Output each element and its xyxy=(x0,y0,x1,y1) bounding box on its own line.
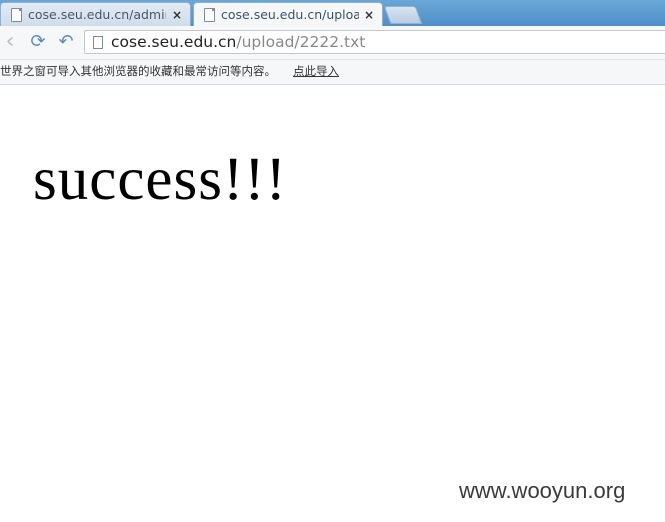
bookmark-bar: 世界之窗可导入其他浏览器的收藏和最常访问等内容。 点此导入 xyxy=(0,60,665,85)
url-path: /upload/2222.txt xyxy=(236,33,366,51)
import-message: 世界之窗可导入其他浏览器的收藏和最常访问等内容。 xyxy=(0,64,276,78)
tab-admin[interactable]: cose.seu.edu.cn/admin/ × xyxy=(0,2,191,26)
navigation-toolbar: ‹ ⟳ ↶ cose.seu.edu.cn/upload/2222.txt xyxy=(0,26,665,60)
tab-title: cose.seu.edu.cn/upload xyxy=(221,7,359,22)
page-body-text: success!!! xyxy=(33,146,287,213)
undo-icon[interactable]: ↶ xyxy=(56,32,76,52)
url-text: cose.seu.edu.cn/upload/2222.txt xyxy=(111,31,365,53)
url-host: cose.seu.edu.cn xyxy=(111,33,237,51)
close-icon[interactable]: × xyxy=(172,3,182,26)
page-content: success!!! www.wooyun.org xyxy=(0,85,665,522)
address-bar[interactable]: cose.seu.edu.cn/upload/2222.txt xyxy=(84,30,665,54)
tab-strip: cose.seu.edu.cn/admin/ × cose.seu.edu.cn… xyxy=(0,0,665,26)
page-icon xyxy=(93,36,103,49)
tab-upload[interactable]: cose.seu.edu.cn/upload × xyxy=(193,2,383,26)
page-icon xyxy=(11,8,22,22)
import-link[interactable]: 点此导入 xyxy=(293,60,339,82)
page-icon xyxy=(204,8,215,22)
new-tab-button[interactable] xyxy=(383,6,423,24)
reload-icon[interactable]: ⟳ xyxy=(28,32,48,52)
watermark: www.wooyun.org xyxy=(459,478,626,503)
close-icon[interactable]: × xyxy=(364,3,374,26)
tab-title: cose.seu.edu.cn/admin/ xyxy=(28,7,166,22)
back-icon[interactable]: ‹ xyxy=(0,31,20,53)
